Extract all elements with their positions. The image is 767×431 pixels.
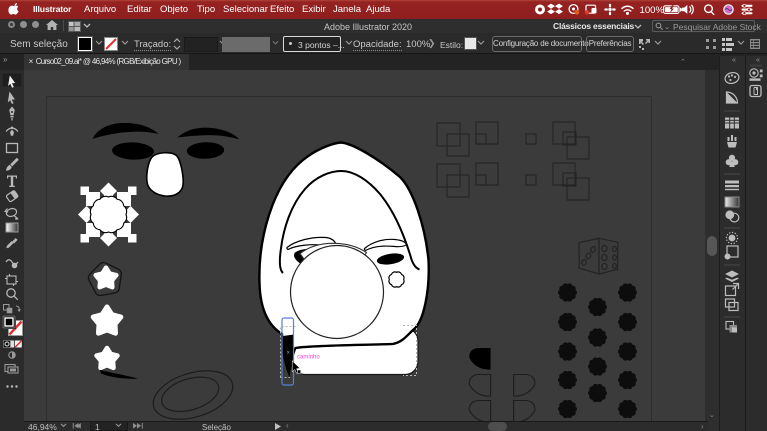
svg-text:caminho: caminho	[297, 355, 320, 361]
svg-text:100%: 100%	[640, 5, 665, 16]
svg-text:×: ×	[287, 351, 291, 357]
